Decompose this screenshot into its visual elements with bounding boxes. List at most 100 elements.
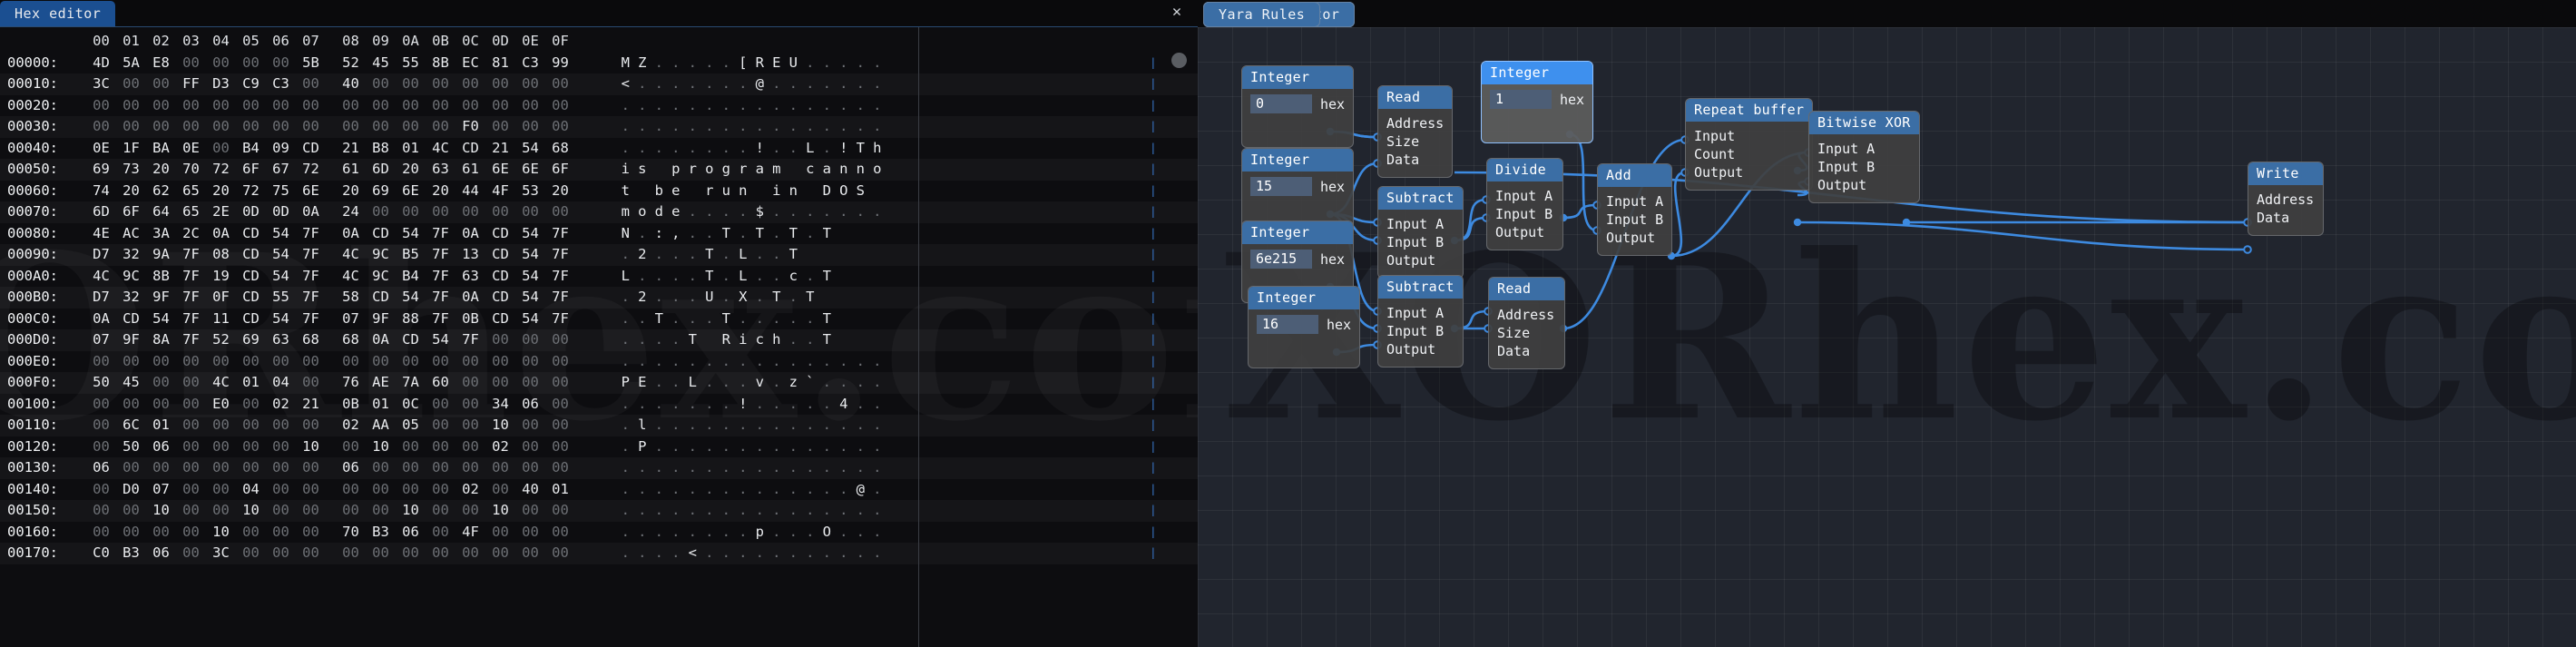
hex-byte[interactable]: 00 [176,351,206,373]
hex-row[interactable]: 00040:0E1FBA0E00B409CD21B8014CCD215468..… [0,138,1198,160]
hex-byte[interactable]: 08 [206,244,236,266]
hex-ascii[interactable]: ................ [599,351,889,373]
hex-ascii[interactable]: ....<........... [599,543,889,564]
hex-byte[interactable]: 00 [176,415,206,436]
hex-byte[interactable]: 99 [545,53,575,74]
hex-byte[interactable]: 00 [176,457,206,479]
hex-byte[interactable]: 0B [336,394,366,416]
hex-byte[interactable]: 00 [206,500,236,522]
hex-row[interactable]: 000C0:0ACD547F11CD547F079F887F0BCD547F..… [0,309,1198,330]
hex-byte[interactable]: 9F [116,329,146,351]
hex-byte[interactable]: 04 [266,372,296,394]
hex-byte[interactable]: 00 [426,479,455,501]
hex-byte[interactable]: 00 [485,116,515,138]
hex-byte[interactable]: 00 [485,351,515,373]
hex-byte[interactable]: 00 [266,436,296,458]
hex-byte[interactable]: 24 [336,201,366,223]
hex-row[interactable]: 000F0:504500004C01040076AE7A6000000000PE… [0,372,1198,394]
node-port[interactable]: Address [1497,306,1556,324]
hex-byte[interactable]: 00 [366,74,396,95]
hex-row[interactable]: 00060:742062652072756E20696E20444F5320t … [0,181,1198,202]
hex-byte[interactable]: 00 [336,479,366,501]
hex-byte[interactable]: 6C [116,415,146,436]
hex-byte[interactable]: 00 [545,457,575,479]
hex-byte[interactable]: 00 [296,116,326,138]
hex-byte[interactable]: 88 [396,309,426,330]
hex-byte[interactable]: 00 [455,372,485,394]
hex-row[interactable]: 00160:000000001000000070B306004F000000..… [0,522,1198,544]
hex-byte[interactable]: 00 [545,116,575,138]
hex-byte[interactable]: 00 [206,479,236,501]
hex-byte[interactable]: 00 [396,457,426,479]
hex-byte[interactable]: 00 [396,479,426,501]
hex-byte[interactable]: 64 [146,201,176,223]
hex-row[interactable]: 000E0:00000000000000000000000000000000..… [0,351,1198,373]
hex-byte[interactable]: 06 [146,543,176,564]
hex-byte[interactable]: D0 [116,479,146,501]
hex-row[interactable]: 00090:D7329A7F08CD547F4C9CB57F13CD547F.2… [0,244,1198,266]
hex-byte[interactable]: 02 [485,436,515,458]
hex-byte[interactable]: CD [485,287,515,309]
hex-byte[interactable]: AA [366,415,396,436]
hex-byte[interactable]: 8A [146,329,176,351]
hex-byte[interactable]: 68 [336,329,366,351]
hex-byte[interactable]: 00 [366,500,396,522]
hex-byte[interactable]: 58 [336,287,366,309]
hex-ascii[interactable]: ..............@. [599,479,889,501]
hex-byte[interactable]: 4F [455,522,485,544]
node-divide[interactable]: DivideInput AInput BOutput [1486,158,1563,250]
hex-byte[interactable]: 63 [426,159,455,181]
hex-byte[interactable]: 00 [485,201,515,223]
hex-byte[interactable]: 9F [366,309,396,330]
hex-byte[interactable]: 7F [296,266,326,288]
hex-byte[interactable]: 00 [455,543,485,564]
hex-byte[interactable]: 3C [206,543,236,564]
hex-byte[interactable]: 00 [236,116,266,138]
hex-ascii[interactable]: .......!.....4.. [599,394,889,416]
node-add[interactable]: AddInput AInput BOutput [1597,163,1672,256]
hex-byte[interactable]: CD [236,287,266,309]
hex-byte[interactable]: 0A [455,223,485,245]
hex-byte[interactable]: 00 [426,543,455,564]
hex-byte[interactable]: 00 [545,201,575,223]
hex-row[interactable]: 00020:00000000000000000000000000000000..… [0,95,1198,117]
hex-byte[interactable]: B8 [366,138,396,160]
hex-byte[interactable]: 00 [455,415,485,436]
hex-byte[interactable]: 40 [515,479,545,501]
hex-byte[interactable]: 00 [266,116,296,138]
hex-byte[interactable]: D7 [86,244,116,266]
hex-byte[interactable]: 0A [336,223,366,245]
hex-byte[interactable]: 00 [515,372,545,394]
hex-byte[interactable]: CD [236,244,266,266]
node-port[interactable]: Output [1817,176,1911,194]
hex-row[interactable]: 00080:4EAC3A2C0ACD547F0ACD547F0ACD547FN.… [0,223,1198,245]
hex-byte[interactable]: 00 [426,201,455,223]
node-port[interactable]: Address [2257,191,2315,209]
hex-byte[interactable]: 00 [426,351,455,373]
hex-ascii[interactable]: ................ [599,95,889,117]
hex-byte[interactable]: 00 [206,351,236,373]
hex-byte[interactable]: 10 [206,522,236,544]
hex-byte[interactable]: 20 [396,159,426,181]
hex-byte[interactable]: 00 [176,436,206,458]
hex-byte[interactable]: 70 [176,159,206,181]
node-port[interactable]: Input B [1495,205,1554,223]
hex-byte[interactable]: 54 [515,138,545,160]
hex-byte[interactable]: 0E [86,138,116,160]
hex-byte[interactable]: 00 [485,543,515,564]
hex-ascii[interactable]: ................ [599,116,889,138]
hex-byte[interactable]: 00 [515,522,545,544]
hex-ascii[interactable]: ................ [599,500,889,522]
hex-byte[interactable]: 00 [266,457,296,479]
hex-byte[interactable]: 00 [426,436,455,458]
hex-byte[interactable]: 00 [366,457,396,479]
hex-byte[interactable]: 0A [455,287,485,309]
hex-byte[interactable]: 00 [296,522,326,544]
hex-byte[interactable]: 34 [485,394,515,416]
hex-byte[interactable]: 9A [146,244,176,266]
hex-byte[interactable]: CD [455,138,485,160]
hex-byte[interactable]: 61 [336,159,366,181]
hex-byte[interactable]: 54 [266,244,296,266]
hex-byte[interactable]: 00 [396,95,426,117]
hex-byte[interactable]: 00 [296,95,326,117]
